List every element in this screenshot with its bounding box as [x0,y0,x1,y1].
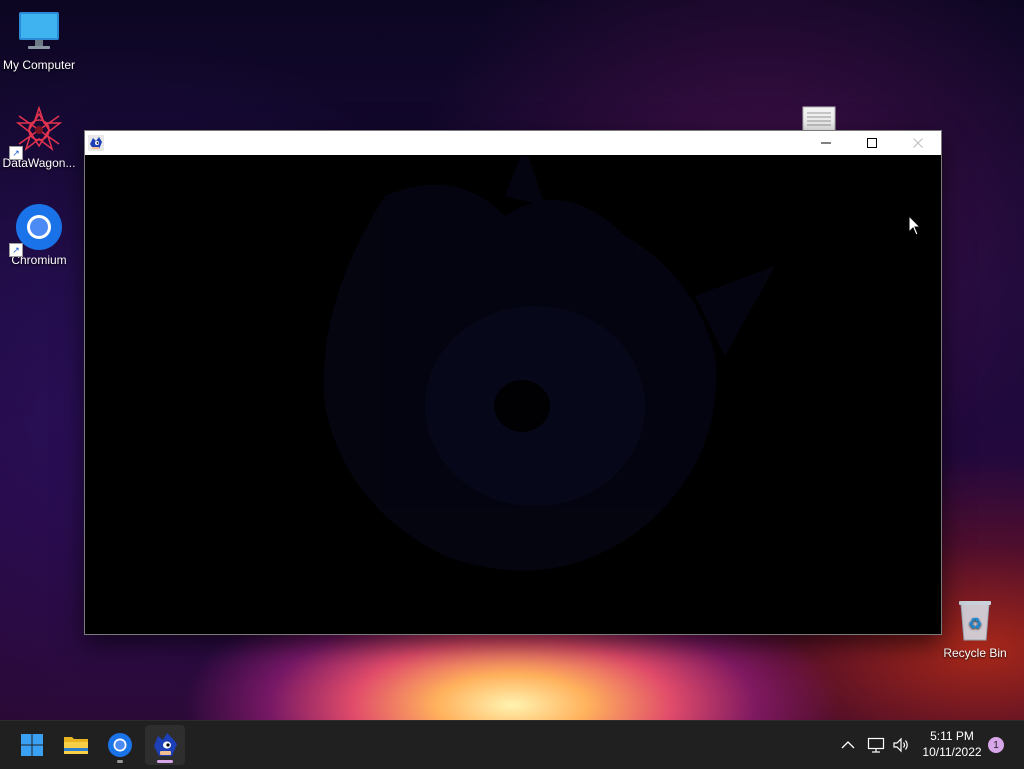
close-button[interactable] [895,131,941,155]
faded-sonic-logo-icon [323,156,775,571]
start-button[interactable] [12,725,52,765]
running-indicator [117,760,123,763]
volume-icon [893,737,908,753]
recycle-bin-icon: ♻ [951,596,999,644]
network-button[interactable] [866,735,886,755]
clock[interactable]: 5:11 PM 10/11/2022 [916,728,988,760]
desktop-icon-label: My Computer [2,58,76,72]
desktop-icon-chromium[interactable]: ↗ Chromium [0,203,78,267]
minimize-icon [821,142,831,144]
desktop: My Computer ↗ DataWagon... ↗ Chromium ♻ … [0,0,1024,720]
notification-badge[interactable]: 1 [988,737,1004,753]
shortcut-arrow-icon: ↗ [9,243,23,257]
maximize-icon [867,138,877,148]
shortcut-arrow-icon: ↗ [9,146,23,160]
close-icon [913,138,923,148]
sonic-app-icon [154,733,177,756]
svg-text:♻: ♻ [968,614,982,633]
datawagon-icon: ↗ [9,105,63,160]
taskbar-chromium[interactable] [100,725,140,765]
game-window[interactable] [84,130,942,635]
desktop-icon-my-computer[interactable]: My Computer [0,8,78,72]
taskbar: 5:11 PM 10/11/2022 1 [0,720,1024,769]
window-titlebar[interactable] [85,131,941,155]
taskbar-sonic-game[interactable] [145,725,185,765]
mouse-cursor-icon [908,214,922,242]
volume-button[interactable] [891,735,911,755]
monitor-icon [15,8,63,56]
minimize-button[interactable] [803,131,849,155]
sonic-app-icon [88,135,104,151]
desktop-icon-datawagon[interactable]: ↗ DataWagon... [0,105,78,170]
chromium-icon: ↗ [9,203,63,257]
clock-date: 10/11/2022 [922,745,982,759]
text-file-icon[interactable] [802,106,836,133]
chromium-icon [108,733,132,757]
game-canvas[interactable] [85,156,941,634]
windows-logo-icon [21,734,43,756]
maximize-button[interactable] [849,131,895,155]
desktop-icon-label: Recycle Bin [943,646,1007,660]
clock-time: 5:11 PM [930,729,974,743]
chevron-up-icon [841,741,855,749]
show-hidden-icons-button[interactable] [838,735,858,755]
active-indicator [157,760,173,763]
network-icon [867,737,885,753]
desktop-icon-recycle-bin[interactable]: ♻ Recycle Bin [936,596,1014,660]
taskbar-file-explorer[interactable] [56,725,96,765]
folder-icon [64,737,88,754]
